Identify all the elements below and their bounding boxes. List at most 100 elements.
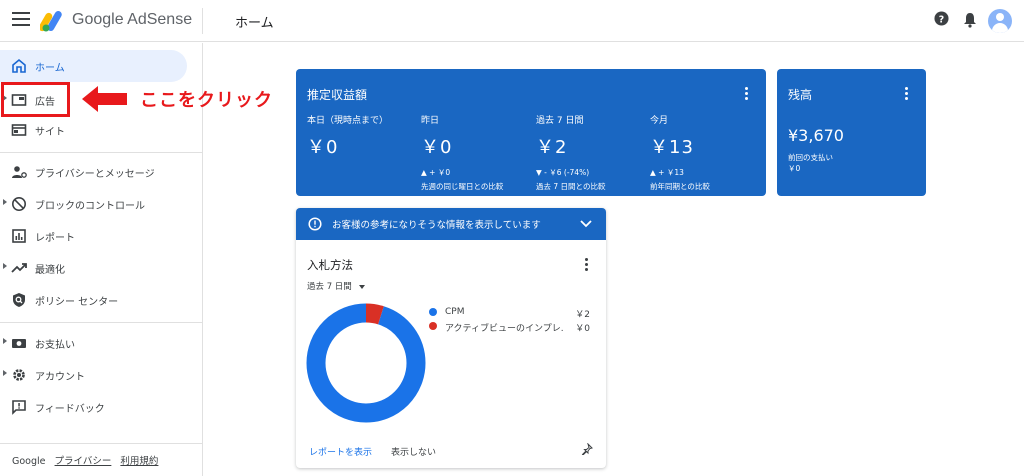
- svg-text:?: ?: [939, 14, 944, 25]
- sidebar-item-sites[interactable]: サイト: [0, 114, 203, 146]
- page-title: ホーム: [235, 16, 274, 31]
- more-options-icon[interactable]: [905, 87, 909, 102]
- stat-compare: 先週の同じ曜日との比較: [421, 182, 504, 191]
- stat-yesterday: 昨日 ￥0 ▲ + ￥0 先週の同じ曜日との比較: [421, 113, 503, 192]
- footer-google: Google: [12, 456, 46, 467]
- account-icon: [13, 369, 25, 381]
- sidebar-item-label: お支払い: [35, 340, 75, 351]
- red-arrow-icon: [82, 86, 127, 112]
- insights-banner[interactable]: お客様の参考になりそうな情報を表示しています: [296, 208, 606, 240]
- privacy-link[interactable]: プライバシー: [55, 456, 112, 467]
- sidebar-item-label: ホーム: [35, 63, 65, 74]
- sidebar-item-label: アカウント: [35, 372, 85, 383]
- sidebar-divider: [0, 322, 203, 323]
- sidebar-item-label: レポート: [35, 233, 75, 244]
- feedback-icon: [12, 400, 26, 415]
- date-range-dropdown[interactable]: 過去 7 日間: [307, 280, 365, 292]
- date-range-label: 過去 7 日間: [307, 282, 352, 292]
- last-payment-label: 前回の支払い: [788, 153, 833, 162]
- sidebar-footer: Google プライバシー 利用規約: [12, 453, 158, 467]
- legend-value: ￥0: [575, 324, 590, 334]
- sidebar-item-account[interactable]: アカウント: [0, 359, 203, 391]
- stat-value: ￥0: [421, 137, 453, 158]
- stat-compare: 過去 7 日間との比較: [536, 182, 606, 191]
- expand-caret-icon: [3, 370, 7, 376]
- stat-today: 本日（現時点まで） ￥0: [307, 113, 388, 159]
- stat-last-7-days: 過去 7 日間 ￥2 ▼ - ￥6 (-74%) 過去 7 日間との比較: [536, 113, 605, 192]
- sidebar-divider: [0, 152, 203, 153]
- sidebar-item-reports[interactable]: レポート: [0, 220, 203, 252]
- sidebar-item-label: 最適化: [35, 265, 65, 276]
- stat-change: ▲ + ￥0: [421, 168, 451, 177]
- sidebar-item-optimization[interactable]: 最適化: [0, 252, 203, 284]
- notifications-icon[interactable]: [963, 12, 977, 28]
- policy-icon: [13, 293, 25, 307]
- sidebar-item-privacy[interactable]: プライバシーとメッセージ: [0, 156, 203, 188]
- terms-link[interactable]: 利用規約: [120, 456, 158, 467]
- stat-change: ▼ - ￥6 (-74%): [536, 168, 590, 177]
- stat-label: 過去 7 日間: [536, 116, 584, 126]
- sites-icon: [11, 124, 27, 136]
- view-report-link[interactable]: レポートを表示: [309, 445, 372, 458]
- stat-value: ￥0: [307, 137, 339, 158]
- optimize-icon: [11, 263, 27, 273]
- last-payment-value: ￥0: [788, 164, 801, 173]
- insights-card: お客様の参考になりそうな情報を表示しています 入札方法 過去 7 日間 CPM …: [296, 208, 606, 468]
- annotation-text: ここをクリック: [140, 90, 273, 111]
- more-options-icon[interactable]: [745, 87, 749, 102]
- expand-caret-icon: [3, 263, 7, 269]
- dropdown-caret-icon: [358, 284, 365, 289]
- earnings-title: 推定収益額: [307, 88, 368, 102]
- privacy-icon: [12, 166, 27, 178]
- highlight-box: [1, 82, 70, 117]
- report-icon: [12, 229, 26, 243]
- balance-title: 残高: [788, 88, 813, 102]
- chevron-down-icon[interactable]: [580, 220, 592, 228]
- sidebar-item-label: フィードバック: [35, 404, 105, 415]
- stat-value: ￥2: [536, 137, 568, 158]
- banner-text: お客様の参考になりそうな情報を表示しています: [332, 220, 541, 231]
- bidding-title: 入札方法: [307, 258, 353, 272]
- stat-compare: 前年同期との比較: [650, 182, 710, 191]
- sidebar-item-label: プライバシーとメッセージ: [35, 169, 155, 180]
- donut-slice-0: [306, 303, 426, 423]
- expand-caret-icon: [3, 199, 7, 205]
- help-icon[interactable]: ?: [934, 11, 949, 26]
- legend-label: CPM: [445, 307, 465, 317]
- sidebar-item-home[interactable]: ホーム: [0, 50, 187, 82]
- bidding-donut-chart: [306, 303, 426, 423]
- sidebar-item-policy-center[interactable]: ポリシー センター: [0, 284, 203, 316]
- stat-label: 今月: [650, 116, 669, 126]
- legend-value: ￥2: [575, 310, 590, 320]
- block-icon: [12, 197, 26, 211]
- header-divider: [202, 8, 203, 34]
- menu-icon[interactable]: [12, 12, 30, 28]
- legend-dot: [429, 308, 437, 316]
- legend-label: アクティブビューのインプレ...: [445, 324, 563, 334]
- pin-icon[interactable]: [581, 443, 593, 455]
- stat-label: 本日（現時点まで）: [307, 116, 389, 126]
- sidebar-item-payments[interactable]: お支払い: [0, 327, 203, 359]
- stat-this-month: 今月 ￥13 ▲ + ￥13 前年同期との比較: [650, 113, 710, 192]
- hide-button[interactable]: 表示しない: [391, 445, 436, 458]
- balance-value: ¥3,670: [788, 126, 844, 145]
- sidebar-item-blocking[interactable]: ブロックのコントロール: [0, 188, 203, 220]
- account-avatar[interactable]: [988, 9, 1012, 33]
- payments-icon: [12, 339, 26, 348]
- top-bar: Google AdSense ホーム ?: [0, 0, 1024, 42]
- stat-change: ▲ + ￥13: [650, 168, 684, 177]
- stat-label: 昨日: [421, 116, 440, 126]
- stat-value: ￥13: [650, 137, 694, 158]
- more-options-icon[interactable]: [585, 258, 589, 273]
- brand-name: Google AdSense: [72, 11, 193, 28]
- info-icon: [308, 217, 322, 231]
- legend-dot: [429, 322, 437, 330]
- sidebar-item-label: ブロックのコントロール: [35, 201, 145, 212]
- sidebar-divider: [0, 443, 203, 444]
- home-icon: [12, 58, 26, 73]
- sidebar-item-label: ポリシー センター: [35, 297, 119, 308]
- balance-card: 残高 ¥3,670 前回の支払い ￥0: [777, 69, 926, 196]
- sidebar-item-feedback[interactable]: フィードバック: [0, 391, 203, 423]
- expand-caret-icon: [3, 338, 7, 344]
- sidebar-item-label: サイト: [35, 127, 65, 138]
